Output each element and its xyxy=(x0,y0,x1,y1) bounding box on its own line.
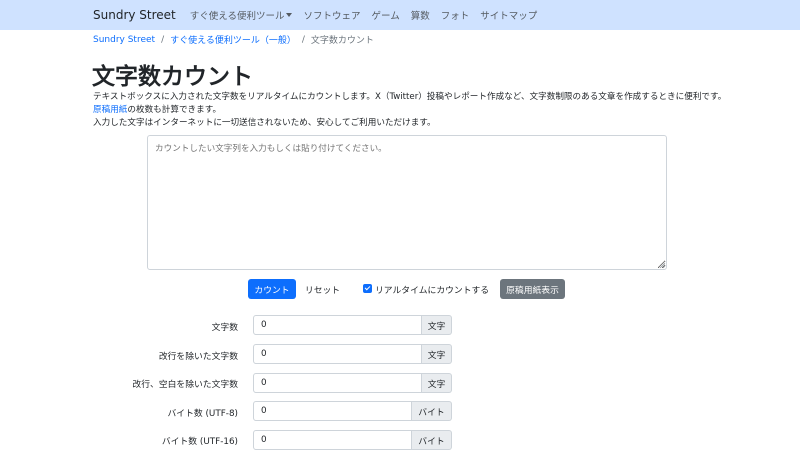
result-field-chars[interactable]: 0 xyxy=(253,315,422,335)
breadcrumb-home[interactable]: Sundry Street xyxy=(93,35,155,45)
reset-button[interactable]: リセット xyxy=(300,279,345,299)
breadcrumb-category[interactable]: すぐ使える便利ツール（一般） xyxy=(170,33,296,46)
nav-item-sitemap[interactable]: サイトマップ xyxy=(480,8,537,22)
result-label-chars-no-newline: 改行を除いた文字数 xyxy=(158,352,238,362)
result-unit: バイト xyxy=(412,430,452,450)
nav-item-software[interactable]: ソフトウェア xyxy=(303,8,360,22)
result-unit: 文字 xyxy=(422,373,452,393)
nav-item-math[interactable]: 算数 xyxy=(411,8,430,22)
nav-item-photo[interactable]: フォト xyxy=(441,8,470,22)
result-label-bytes-utf8: バイト数 (UTF-8) xyxy=(167,409,239,419)
nav-item-tools[interactable]: すぐ使える便利ツール xyxy=(190,8,293,22)
breadcrumb-separator: / xyxy=(301,34,305,45)
chevron-down-icon xyxy=(286,13,293,17)
result-label-chars: 文字数 xyxy=(211,323,238,333)
page-title: 文字数カウント xyxy=(92,64,253,90)
count-button[interactable]: カウント xyxy=(248,279,296,299)
navbar-brand[interactable]: Sundry Street xyxy=(93,8,176,22)
result-label-bytes-utf16: バイト数 (UTF-16) xyxy=(161,437,238,447)
description-line: 原稿用紙の枚数も計算できます。 xyxy=(93,104,743,117)
result-field-chars-no-whitespace[interactable]: 0 xyxy=(253,373,422,393)
realtime-checkbox[interactable] xyxy=(363,284,372,293)
text-input-area[interactable] xyxy=(147,135,667,270)
description-line: 入力した文字はインターネットに一切送信されないため、安心してご利用いただけます。 xyxy=(93,118,436,128)
navbar: Sundry Street すぐ使える便利ツール ソフトウェア ゲーム 算数 フ… xyxy=(0,0,800,30)
result-label-chars-no-whitespace: 改行、空白を除いた文字数 xyxy=(132,380,238,390)
breadcrumb-separator: / xyxy=(161,34,165,45)
result-field-bytes-utf16[interactable]: 0 xyxy=(253,430,412,450)
breadcrumb-current: 文字数カウント xyxy=(310,36,374,46)
result-field-bytes-utf8[interactable]: 0 xyxy=(253,401,412,421)
result-unit: 文字 xyxy=(422,315,452,335)
nav-item-tools-label: すぐ使える便利ツール xyxy=(189,11,285,22)
manuscript-view-button[interactable]: 原稿用紙表示 xyxy=(500,279,565,299)
description-line: テキストボックスに入力された文字数をリアルタイムにカウントします。X（Twitt… xyxy=(93,92,727,102)
nav-item-games[interactable]: ゲーム xyxy=(372,8,400,22)
page-description: テキストボックスに入力された文字数をリアルタイムにカウントします。X（Twitt… xyxy=(93,91,743,130)
manuscript-link[interactable]: 原稿用紙 xyxy=(93,105,127,115)
result-field-chars-no-newline[interactable]: 0 xyxy=(253,344,422,364)
result-unit: バイト xyxy=(412,401,452,421)
realtime-checkbox-label[interactable]: リアルタイムにカウントする xyxy=(375,283,489,296)
description-text: の枚数も計算できます。 xyxy=(127,105,222,115)
breadcrumb: Sundry Street / すぐ使える便利ツール（一般） / 文字数カウント xyxy=(93,33,374,47)
result-unit: 文字 xyxy=(422,344,452,364)
resize-grip-icon[interactable] xyxy=(658,261,666,269)
